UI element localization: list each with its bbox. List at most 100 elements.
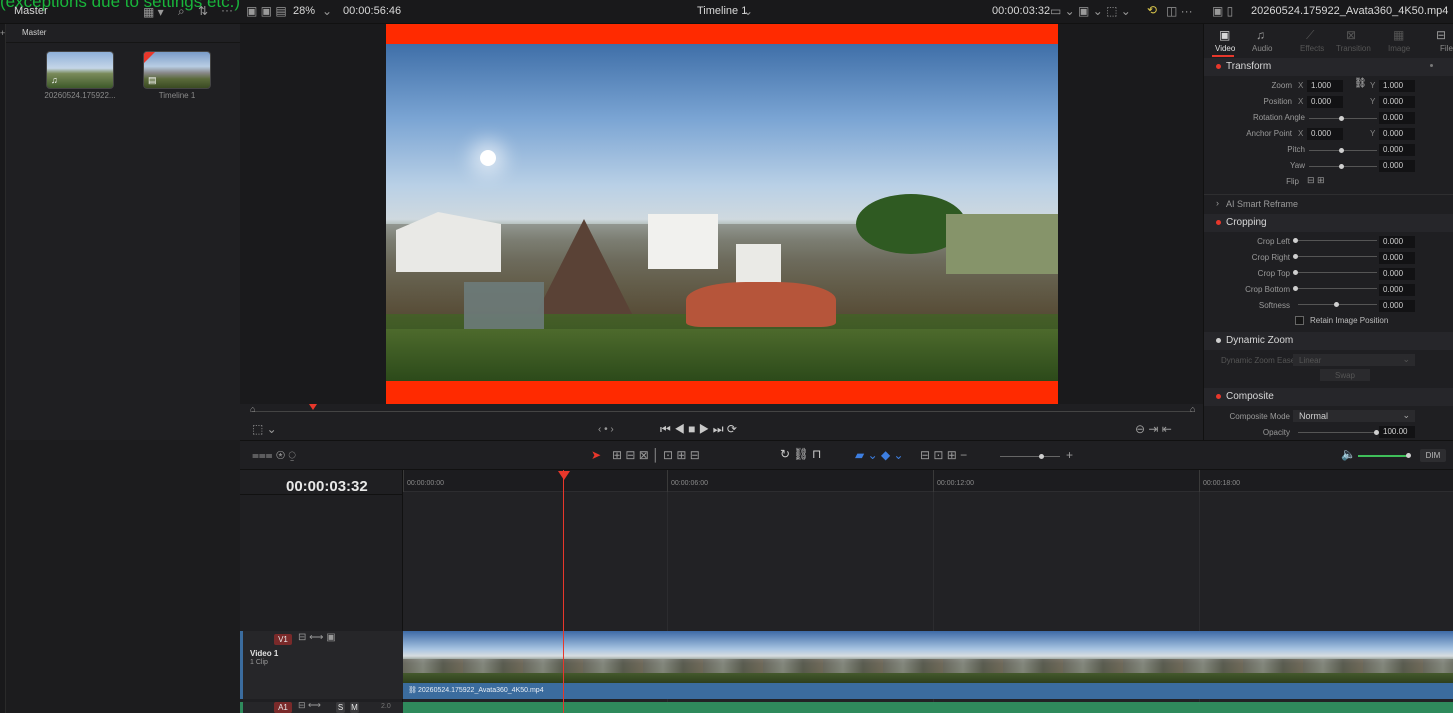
link-icon[interactable]: ⟲ bbox=[1147, 3, 1157, 17]
dynamic-zoom-section[interactable]: Dynamic Zoom bbox=[1204, 332, 1453, 350]
lock-icon[interactable]: ⊟ ⟷ bbox=[298, 700, 321, 711]
in-marker-icon[interactable]: ⌂ bbox=[250, 404, 255, 414]
transform-section[interactable]: Transform bbox=[1204, 58, 1453, 76]
scrub-playhead[interactable] bbox=[309, 404, 317, 410]
ai-reframe-row[interactable]: › AI Smart Reframe bbox=[1204, 194, 1453, 212]
swap-button[interactable]: Swap bbox=[1320, 369, 1370, 381]
lock-icon[interactable]: ⊟ ⟷ ▣ bbox=[298, 632, 336, 643]
anchor-x-field[interactable]: 0.000 bbox=[1307, 128, 1343, 140]
yaw-field[interactable]: 0.000 bbox=[1379, 160, 1415, 172]
out-marker-icon[interactable]: ⌂ bbox=[1190, 404, 1195, 414]
chevron-down-icon[interactable]: ⌄ bbox=[322, 4, 332, 18]
softness-field[interactable]: 0.000 bbox=[1379, 300, 1415, 312]
flag-icon[interactable]: ▰ ⌄ ◆ ⌄ bbox=[855, 448, 904, 462]
split-view-icon[interactable]: ◫ ··· bbox=[1166, 4, 1193, 18]
opacity-field[interactable]: 100.00 bbox=[1379, 426, 1415, 438]
crop-bottom-field[interactable]: 0.000 bbox=[1379, 284, 1415, 296]
jog-icon[interactable]: ‹ • › bbox=[598, 424, 614, 435]
dim-button[interactable]: DIM bbox=[1420, 449, 1446, 462]
cropping-section[interactable]: Cropping bbox=[1204, 214, 1453, 232]
reset-icon[interactable] bbox=[1430, 64, 1433, 67]
crop-left-slider[interactable] bbox=[1298, 240, 1377, 241]
file-tab-icon[interactable]: ⊟ bbox=[1436, 28, 1446, 42]
ease-select[interactable]: Linear ⌄ bbox=[1293, 354, 1415, 366]
retain-checkbox[interactable] bbox=[1295, 316, 1304, 325]
playhead[interactable] bbox=[563, 470, 564, 713]
timeline-name[interactable]: Timeline 1 bbox=[697, 5, 747, 17]
edit-tools-icon[interactable]: ⊞ ⊟ ⊠ │ ⊡ ⊞ ⊟ bbox=[612, 448, 700, 462]
timeline-zoom-icon[interactable]: ⊟ ⊡ ⊞ − bbox=[920, 448, 967, 462]
video-tab-icon[interactable]: ▣ bbox=[1219, 28, 1230, 42]
pitch-field[interactable]: 0.000 bbox=[1379, 144, 1415, 156]
slider-knob[interactable] bbox=[1334, 302, 1339, 307]
video-clip[interactable] bbox=[403, 631, 1453, 683]
crop-right-field[interactable]: 0.000 bbox=[1379, 252, 1415, 264]
timeline-thumbnail[interactable]: ▤ bbox=[143, 51, 211, 89]
composite-section[interactable]: Composite bbox=[1204, 388, 1453, 406]
zoom-level[interactable]: 28% bbox=[293, 5, 315, 17]
composite-mode-select[interactable]: Normal ⌄ bbox=[1293, 410, 1415, 422]
image-tab-icon[interactable]: ▦ bbox=[1393, 28, 1404, 42]
slider-knob[interactable] bbox=[1406, 453, 1411, 458]
tab-image[interactable]: Image bbox=[1388, 44, 1410, 53]
video-track-header[interactable]: V1 ⊟ ⟷ ▣ Video 1 1 Clip bbox=[240, 631, 403, 699]
tab-effects[interactable]: Effects bbox=[1300, 44, 1324, 53]
audio-clip[interactable] bbox=[403, 702, 1453, 713]
clip-name-bar[interactable]: ⛓ 20260524.175922_Avata360_4K50.mp4 bbox=[403, 683, 1453, 699]
slider-knob[interactable] bbox=[1339, 148, 1344, 153]
crop-bottom-slider[interactable] bbox=[1298, 288, 1377, 289]
slider-knob[interactable] bbox=[1039, 454, 1044, 459]
plus-icon[interactable]: + bbox=[1066, 448, 1073, 462]
position-x-field[interactable]: 0.000 bbox=[1307, 96, 1343, 108]
crop-left-field[interactable]: 0.000 bbox=[1379, 236, 1415, 248]
snapping-icon[interactable]: ↻ ⛓ ⊓ bbox=[780, 447, 821, 461]
crop-top-field[interactable]: 0.000 bbox=[1379, 268, 1415, 280]
slider-knob[interactable] bbox=[1339, 116, 1344, 121]
audio-track-header[interactable]: A1 ⊟ ⟷ S M 2.0 bbox=[240, 700, 403, 713]
viewer-size-icon[interactable]: ⬚ ⌄ bbox=[252, 422, 277, 436]
volume-slider[interactable] bbox=[1358, 455, 1410, 457]
zoom-x-field[interactable]: 1.000 bbox=[1307, 80, 1343, 92]
audio-tab-icon[interactable]: ♫ bbox=[1256, 28, 1265, 42]
tab-video[interactable]: Video bbox=[1215, 44, 1235, 53]
media-thumbnail[interactable]: ♫ bbox=[46, 51, 114, 89]
track-badge[interactable]: V1 bbox=[274, 634, 292, 645]
playback-controls-icon[interactable]: ⏮ ◀ ■ ▶ ⏭ ⟳ bbox=[660, 422, 737, 437]
viewer-options-icon[interactable]: ▭ ⌄ ▣ ⌄ ⬚ ⌄ bbox=[1050, 4, 1131, 18]
enable-dot[interactable] bbox=[1216, 64, 1221, 69]
slider-knob[interactable] bbox=[1339, 164, 1344, 169]
flip-buttons-icon[interactable]: ⊟ ⊞ bbox=[1307, 175, 1325, 186]
timeline-zoom-slider[interactable] bbox=[1000, 456, 1060, 457]
enable-dot[interactable] bbox=[1216, 338, 1221, 343]
anchor-y-field[interactable]: 0.000 bbox=[1379, 128, 1415, 140]
volume-icon[interactable]: 🔈 bbox=[1341, 447, 1356, 461]
folder-name[interactable]: Master bbox=[22, 28, 46, 37]
link-icon[interactable]: ⛓ bbox=[1354, 78, 1367, 89]
crop-top-slider[interactable] bbox=[1298, 272, 1377, 273]
tab-transition[interactable]: Transition bbox=[1336, 44, 1371, 53]
loop-icon[interactable]: ⊖ ⇥ ⇤ bbox=[1135, 422, 1172, 436]
position-y-field[interactable]: 0.000 bbox=[1379, 96, 1415, 108]
effects-tab-icon[interactable]: ⟋ bbox=[1306, 28, 1314, 43]
rotation-field[interactable]: 0.000 bbox=[1379, 112, 1415, 124]
solo-button[interactable]: S bbox=[336, 702, 345, 713]
playhead-handle[interactable] bbox=[558, 471, 570, 480]
tab-audio[interactable]: Audio bbox=[1252, 44, 1272, 53]
chevron-down-icon[interactable]: ⌄ bbox=[743, 4, 753, 18]
zoom-y-field[interactable]: 1.000 bbox=[1379, 80, 1415, 92]
timeline-view-icon[interactable]: ⩶ ⊛ ⍜ bbox=[252, 448, 296, 463]
mute-button[interactable]: M bbox=[350, 702, 359, 713]
track-badge[interactable]: A1 bbox=[274, 702, 292, 713]
crop-right-slider[interactable] bbox=[1298, 256, 1377, 257]
enable-dot[interactable] bbox=[1216, 394, 1221, 399]
media-pool-header: Master bbox=[6, 24, 240, 43]
plus-icon[interactable]: + bbox=[0, 28, 5, 38]
enable-dot[interactable] bbox=[1216, 220, 1221, 225]
scrub-track[interactable] bbox=[252, 411, 1192, 412]
tab-file[interactable]: File bbox=[1440, 44, 1453, 53]
transition-tab-icon[interactable]: ⊠ bbox=[1346, 28, 1356, 42]
selection-tool-icon[interactable]: ➤ bbox=[591, 448, 601, 462]
video-frame-360[interactable] bbox=[386, 44, 1058, 381]
opacity-slider[interactable] bbox=[1298, 432, 1377, 433]
layout-icon[interactable]: ▣ ▣ ▤ bbox=[246, 4, 287, 18]
